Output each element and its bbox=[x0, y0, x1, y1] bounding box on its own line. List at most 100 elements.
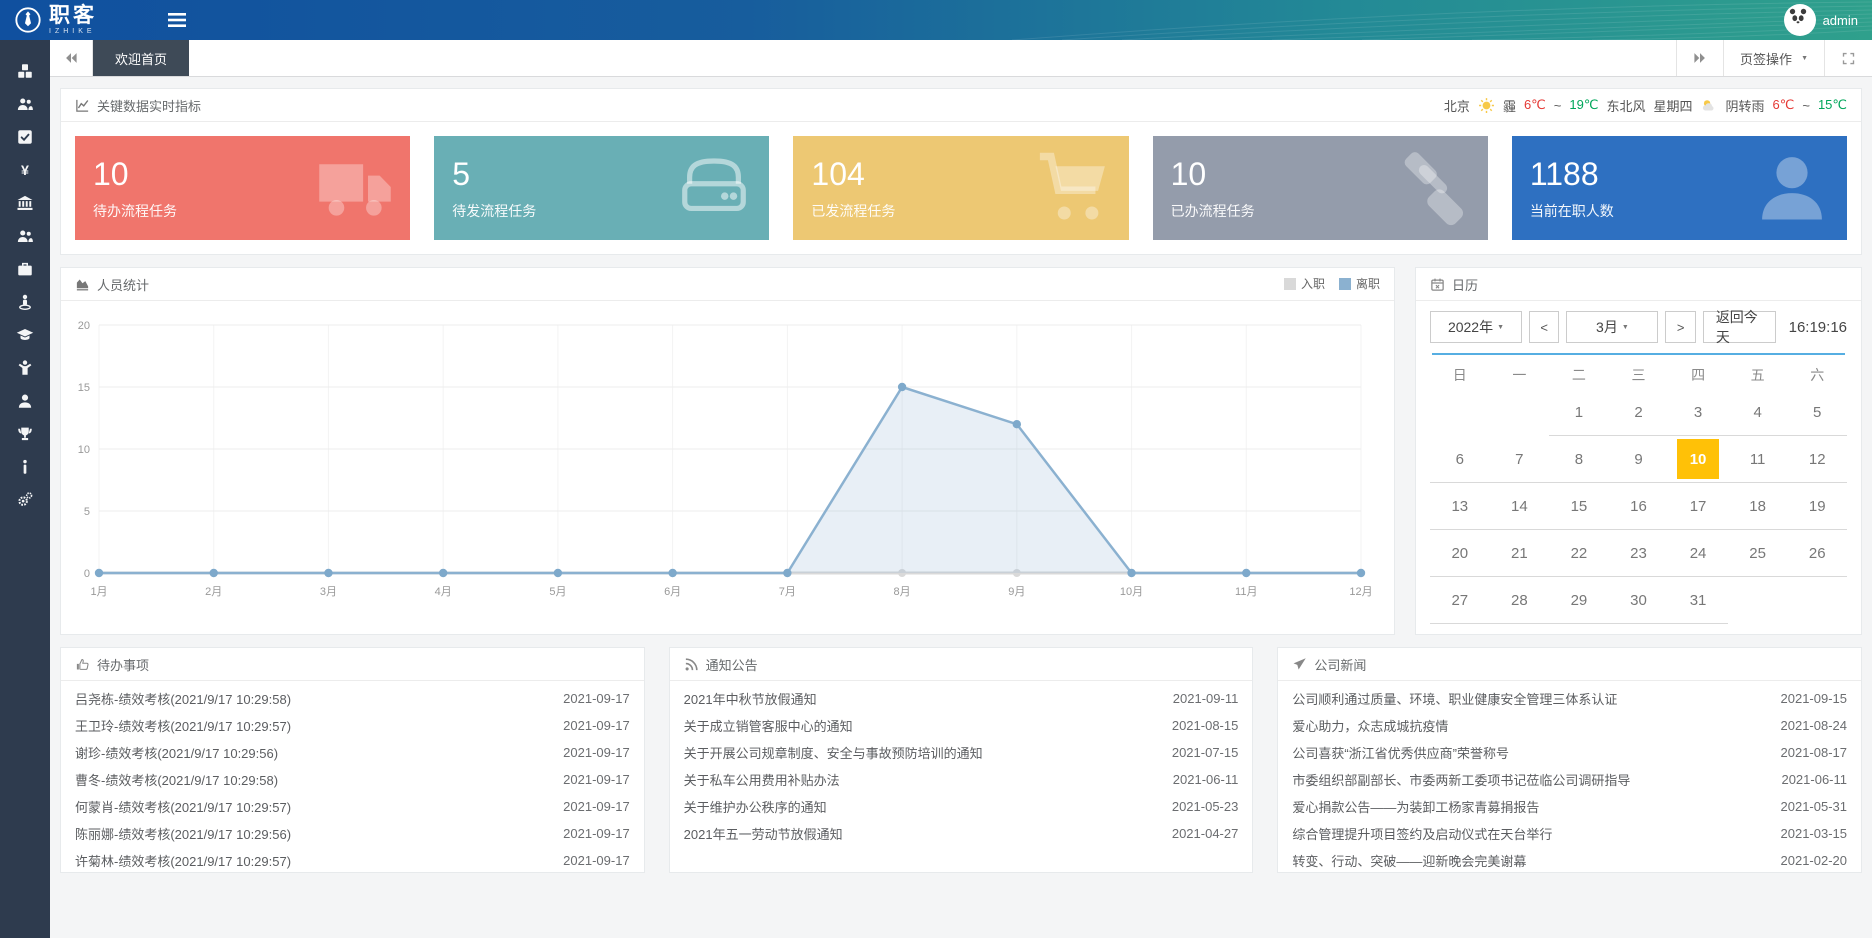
calendar-day[interactable]: 16 bbox=[1609, 483, 1669, 530]
calendar-day[interactable]: 21 bbox=[1490, 530, 1550, 577]
calendar-day[interactable]: 28 bbox=[1490, 577, 1550, 624]
sidebar-item-recruit[interactable] bbox=[0, 219, 50, 252]
calendar-day[interactable]: 18 bbox=[1728, 483, 1788, 530]
list-item[interactable]: 吕尧栋-绩效考核(2021/9/17 10:29:58)2021-09-17 bbox=[75, 685, 630, 712]
list-item[interactable]: 关于开展公司规章制度、安全与事故预防培训的通知2021-07-15 bbox=[684, 739, 1239, 766]
calendar-day[interactable]: 29 bbox=[1549, 577, 1609, 624]
weather-today-desc: 霾 bbox=[1503, 96, 1516, 115]
rss-icon bbox=[684, 657, 699, 672]
tab-home[interactable]: 欢迎首页 bbox=[93, 40, 189, 76]
legend-item-离职[interactable]: 离职 bbox=[1339, 275, 1380, 292]
calendar-day[interactable]: 15 bbox=[1549, 483, 1609, 530]
user-menu[interactable]: admin bbox=[1784, 0, 1858, 40]
calendar-day[interactable]: 9 bbox=[1609, 436, 1669, 483]
list-item[interactable]: 公司顺利通过质量、环境、职业健康安全管理三体系认证2021-09-15 bbox=[1292, 685, 1847, 712]
list-item[interactable]: 市委组织部副部长、市委两新工委项书记莅临公司调研指导2021-06-11 bbox=[1292, 766, 1847, 793]
stat-card[interactable]: 104已发流程任务 bbox=[793, 136, 1128, 240]
calendar-today-button[interactable]: 返回今天 bbox=[1703, 311, 1776, 343]
sidebar-item-approval[interactable] bbox=[0, 120, 50, 153]
calendar-day[interactable]: 10 bbox=[1668, 436, 1728, 483]
sidebar-item-insurance[interactable] bbox=[0, 186, 50, 219]
calendar-prev-month-button[interactable]: < bbox=[1529, 311, 1559, 343]
calendar-day[interactable]: 20 bbox=[1430, 530, 1490, 577]
calendar-next-month-button[interactable]: > bbox=[1665, 311, 1695, 343]
calendar-day[interactable]: 5 bbox=[1787, 389, 1847, 436]
info-icon bbox=[16, 458, 34, 476]
calendar-day[interactable]: 30 bbox=[1609, 577, 1669, 624]
stat-card[interactable]: 10待办流程任务 bbox=[75, 136, 410, 240]
calendar-empty-cell bbox=[1430, 389, 1490, 435]
calendar-day[interactable]: 4 bbox=[1728, 389, 1788, 436]
calendar-day[interactable]: 14 bbox=[1490, 483, 1550, 530]
stat-card[interactable]: 1188当前在职人数 bbox=[1512, 136, 1847, 240]
calendar-day[interactable]: 7 bbox=[1490, 436, 1550, 483]
list-item[interactable]: 何蒙肖-绩效考核(2021/9/17 10:29:57)2021-09-17 bbox=[75, 793, 630, 820]
calendar-day[interactable]: 22 bbox=[1549, 530, 1609, 577]
svg-text:11月: 11月 bbox=[1235, 586, 1257, 598]
calendar-day[interactable]: 19 bbox=[1787, 483, 1847, 530]
list-item[interactable]: 谢珍-绩效考核(2021/9/17 10:29:56)2021-09-17 bbox=[75, 739, 630, 766]
item-text: 陈丽娜-绩效考核(2021/9/17 10:29:56) bbox=[75, 824, 303, 843]
calendar-day[interactable]: 6 bbox=[1430, 436, 1490, 483]
calendar-day[interactable]: 1 bbox=[1549, 389, 1609, 436]
sidebar-item-salary[interactable]: ¥ bbox=[0, 153, 50, 186]
list-item[interactable]: 爱心捐款公告——为装卸工杨家青募捐报告2021-05-31 bbox=[1292, 793, 1847, 820]
svg-text:20: 20 bbox=[78, 320, 90, 332]
calendar-day[interactable]: 11 bbox=[1728, 436, 1788, 483]
calendar-day[interactable]: 17 bbox=[1668, 483, 1728, 530]
calendar-day[interactable]: 3 bbox=[1668, 389, 1728, 436]
list-item[interactable]: 许菊林-绩效考核(2021/9/17 10:29:57)2021-09-17 bbox=[75, 847, 630, 873]
weekday-label: 日 bbox=[1430, 361, 1490, 389]
sidebar-toggle-button[interactable] bbox=[168, 0, 186, 40]
list-item[interactable]: 王卫玲-绩效考核(2021/9/17 10:29:57)2021-09-17 bbox=[75, 712, 630, 739]
sidebar-item-modules[interactable] bbox=[0, 54, 50, 87]
sidebar-item-attendance[interactable] bbox=[0, 285, 50, 318]
list-item[interactable]: 曹冬-绩效考核(2021/9/17 10:29:58)2021-09-17 bbox=[75, 766, 630, 793]
app-logo[interactable]: 职客 IZHIKE bbox=[0, 5, 97, 35]
list-item[interactable]: 2021年中秋节放假通知2021-09-11 bbox=[684, 685, 1239, 712]
sidebar-item-performance[interactable] bbox=[0, 417, 50, 450]
calendar-day[interactable]: 13 bbox=[1430, 483, 1490, 530]
todo-title: 待办事项 bbox=[97, 655, 149, 674]
stat-card[interactable]: 5待发流程任务 bbox=[434, 136, 769, 240]
fullscreen-button[interactable] bbox=[1824, 40, 1872, 76]
sidebar-item-settings[interactable] bbox=[0, 483, 50, 516]
notice-title: 通知公告 bbox=[706, 655, 758, 674]
hdd-icon bbox=[675, 148, 753, 231]
sidebar-item-staff[interactable] bbox=[0, 87, 50, 120]
sidebar-item-training[interactable] bbox=[0, 318, 50, 351]
list-item[interactable]: 关于维护办公秩序的通知2021-05-23 bbox=[684, 793, 1239, 820]
legend-item-入职[interactable]: 入职 bbox=[1284, 275, 1325, 292]
item-text: 许菊林-绩效考核(2021/9/17 10:29:57) bbox=[75, 851, 303, 870]
calendar-day[interactable]: 31 bbox=[1668, 577, 1728, 624]
list-item[interactable]: 2021年五一劳动节放假通知2021-04-27 bbox=[684, 820, 1239, 847]
list-item[interactable]: 转变、行动、突破——迎新晚会完美谢幕2021-02-20 bbox=[1292, 847, 1847, 873]
stat-card[interactable]: 10已办流程任务 bbox=[1153, 136, 1488, 240]
tab-actions-dropdown[interactable]: 页签操作 bbox=[1723, 40, 1824, 76]
calendar-day[interactable]: 23 bbox=[1609, 530, 1669, 577]
sidebar-item-profile[interactable] bbox=[0, 384, 50, 417]
calendar-day[interactable]: 24 bbox=[1668, 530, 1728, 577]
list-item[interactable]: 公司喜获“浙江省优秀供应商”荣誉称号2021-08-17 bbox=[1292, 739, 1847, 766]
sidebar-item-info[interactable] bbox=[0, 450, 50, 483]
list-item[interactable]: 陈丽娜-绩效考核(2021/9/17 10:29:56)2021-09-17 bbox=[75, 820, 630, 847]
calendar-day[interactable]: 12 bbox=[1787, 436, 1847, 483]
calendar-day[interactable]: 2 bbox=[1609, 389, 1669, 436]
tabs-scroll-left-button[interactable] bbox=[50, 40, 93, 76]
calendar-year-select[interactable]: 2022年 bbox=[1430, 311, 1522, 343]
calendar-day[interactable]: 8 bbox=[1549, 436, 1609, 483]
calendar-month-select[interactable]: 3月 bbox=[1566, 311, 1658, 343]
list-item[interactable]: 综合管理提升项目签约及启动仪式在天台举行2021-03-15 bbox=[1292, 820, 1847, 847]
calendar-day[interactable]: 25 bbox=[1728, 530, 1788, 577]
calendar-day[interactable]: 27 bbox=[1430, 577, 1490, 624]
sidebar-item-welfare[interactable] bbox=[0, 351, 50, 384]
list-item[interactable]: 关于成立销管客服中心的通知2021-08-15 bbox=[684, 712, 1239, 739]
tabs-scroll-right-button[interactable] bbox=[1676, 40, 1723, 76]
list-item[interactable]: 关于私车公用费用补贴办法2021-06-11 bbox=[684, 766, 1239, 793]
sidebar-item-work[interactable] bbox=[0, 252, 50, 285]
list-item[interactable]: 爱心助力，众志成城抗疫情2021-08-24 bbox=[1292, 712, 1847, 739]
calendar-day[interactable]: 26 bbox=[1787, 530, 1847, 577]
calendar-month-value: 3月 bbox=[1596, 317, 1618, 337]
user-icon bbox=[16, 392, 34, 410]
weekday-label: 四 bbox=[1668, 361, 1728, 389]
